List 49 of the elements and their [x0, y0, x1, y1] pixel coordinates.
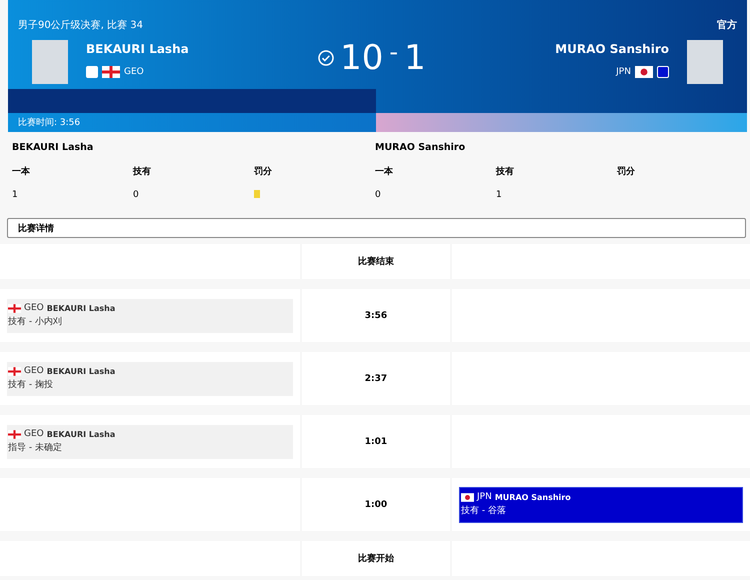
score-separator: -: [389, 38, 398, 66]
stat-label: 罚分: [617, 166, 636, 178]
event-action: 技有 - 小内刈: [8, 316, 63, 328]
athlete-name: BEKAURI Lasha: [46, 304, 116, 312]
waza-ari-count: 0: [133, 190, 140, 200]
stat-label: 技有: [133, 166, 152, 178]
event-time: 3:56: [364, 310, 388, 320]
stat-label: 一本: [375, 165, 394, 178]
match-time: 比赛时间: 3:56: [18, 116, 80, 129]
photo-placeholder: [686, 40, 723, 84]
stat-label: 一本: [12, 165, 31, 178]
event-action: 指导 - 未确定: [8, 442, 63, 454]
athlete-name: MURAO Sanshiro: [375, 142, 466, 153]
country-code: GEO: [124, 67, 144, 77]
stat-label: 技有: [496, 166, 515, 178]
source-label: 官方: [717, 18, 737, 32]
ippon-count: 1: [12, 190, 19, 200]
waza-ari-count: 1: [496, 190, 503, 200]
athlete-name: BEKAURI Lasha: [46, 430, 116, 438]
country-code: JPN: [477, 492, 492, 502]
flag-icon: [8, 366, 21, 376]
event-time: 2:37: [364, 374, 388, 384]
event-action: 技有 - 谷落: [461, 504, 507, 517]
score: 1: [404, 38, 426, 78]
event-title: 男子90公斤级决赛, 比赛 34: [18, 18, 143, 32]
athlete-name: BEKAURI Lasha: [12, 142, 94, 153]
flag-icon: [8, 430, 21, 438]
event-time: 1:01: [364, 436, 388, 446]
flag-icon: [8, 304, 21, 312]
flag-icon: [634, 66, 653, 78]
event-time: 比赛开始: [358, 552, 394, 565]
photo-placeholder: [32, 40, 68, 84]
country-code: GEO: [24, 303, 44, 313]
flag-icon: [461, 492, 474, 502]
event-action: 技有 - 掬投: [8, 378, 54, 391]
stat-label: 罚分: [254, 166, 273, 178]
ippon-count: 0: [375, 190, 382, 200]
country-code: GEO: [24, 429, 44, 439]
event-time: 1:00: [364, 500, 388, 510]
athlete-name: MURAO Sanshiro: [555, 42, 669, 56]
event-time: 比赛结束: [358, 255, 394, 268]
country-code: JPN: [616, 67, 631, 77]
score: 10: [340, 38, 384, 78]
country-code: GEO: [24, 366, 44, 376]
athlete-name: MURAO Sanshiro: [494, 492, 571, 502]
athlete-name: BEKAURI Lasha: [46, 366, 116, 376]
flag-icon: [102, 66, 120, 78]
athlete-name: BEKAURI Lasha: [86, 42, 189, 56]
section-header: 比赛详情: [7, 218, 746, 238]
